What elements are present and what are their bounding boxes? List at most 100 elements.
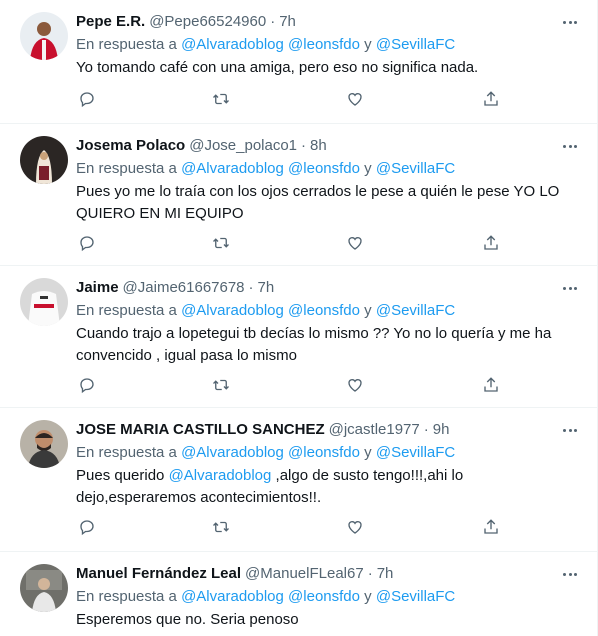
share-icon[interactable]: [482, 90, 502, 110]
tweet-text-segment: Pues querido: [76, 467, 169, 484]
mention-link[interactable]: @SevillaFC: [376, 302, 455, 319]
author-handle[interactable]: @Jose_polaco1: [189, 136, 297, 156]
retweet-icon[interactable]: [212, 376, 232, 396]
tweet-text-line: Esperemos que no. Seria penoso: [76, 611, 299, 628]
like-icon[interactable]: [346, 518, 366, 538]
tweet-text: Pues yo me lo traía con los ojos cerrado…: [76, 181, 581, 225]
share-icon[interactable]: [482, 518, 502, 538]
author-handle[interactable]: @Pepe66524960: [149, 12, 266, 32]
reply-prefix: En respuesta a: [76, 444, 177, 461]
tweet-actions: [76, 376, 506, 396]
author-name[interactable]: Manuel Fernández Leal: [76, 564, 241, 584]
reply-icon[interactable]: [78, 234, 98, 254]
separator: ·: [301, 137, 307, 154]
avatar[interactable]: [20, 420, 68, 468]
reply-joiner: y: [364, 160, 372, 177]
avatar[interactable]: [20, 12, 68, 60]
timestamp[interactable]: 7h: [279, 12, 296, 32]
tweet[interactable]: Pepe E.R. @Pepe66524960 · 7h En respuest…: [0, 0, 597, 124]
mention-link[interactable]: @SevillaFC: [376, 36, 455, 53]
separator: ·: [270, 13, 276, 30]
reply-context: En respuesta a @Alvaradoblog @leonsfdo y…: [76, 443, 581, 463]
more-icon[interactable]: [561, 565, 579, 583]
tweet-text-line: Pues querido @Alvaradoblog ,algo de sust…: [76, 465, 581, 487]
tweet-header: JOSE MARIA CASTILLO SANCHEZ @jcastle1977…: [76, 420, 581, 440]
mention-link[interactable]: @SevillaFC: [376, 588, 455, 605]
avatar[interactable]: [20, 278, 68, 326]
reply-context: En respuesta a @Alvaradoblog @leonsfdo y…: [76, 301, 581, 321]
mention-link[interactable]: @leonsfdo: [288, 444, 360, 461]
author-name[interactable]: Pepe E.R.: [76, 12, 145, 32]
retweet-icon[interactable]: [212, 90, 232, 110]
mention-link[interactable]: @leonsfdo: [288, 588, 360, 605]
mention-link[interactable]: @Alvaradoblog: [181, 160, 284, 177]
share-icon[interactable]: [482, 234, 502, 254]
more-icon[interactable]: [561, 279, 579, 297]
mention-link[interactable]: @SevillaFC: [376, 160, 455, 177]
more-icon[interactable]: [561, 137, 579, 155]
tweet-actions: [76, 518, 506, 538]
author-name[interactable]: Josema Polaco: [76, 136, 185, 156]
reply-context: En respuesta a @Alvaradoblog @leonsfdo y…: [76, 159, 581, 179]
more-icon[interactable]: [561, 421, 579, 439]
separator: ·: [423, 421, 429, 438]
tweet[interactable]: JOSE MARIA CASTILLO SANCHEZ @jcastle1977…: [0, 408, 597, 552]
timestamp[interactable]: 7h: [377, 564, 394, 584]
author-handle[interactable]: @ManuelFLeal67: [245, 564, 364, 584]
reply-icon[interactable]: [78, 518, 98, 538]
tweet-header: Pepe E.R. @Pepe66524960 · 7h: [76, 12, 581, 32]
tweet-text-line: Pues yo me lo traía con los ojos cerrado…: [76, 183, 560, 200]
reply-prefix: En respuesta a: [76, 302, 177, 319]
more-icon[interactable]: [561, 13, 579, 31]
mention-link[interactable]: @Alvaradoblog: [181, 444, 284, 461]
tweet-text-line: dejo,esperaremos acontecimientos!!.: [76, 489, 322, 506]
tweet-text-line: Cuando trajo a lopetegui tb decías lo mi…: [76, 325, 552, 342]
reply-prefix: En respuesta a: [76, 36, 177, 53]
tweet-header: Jaime @Jaime61667678 · 7h: [76, 278, 581, 298]
author-handle[interactable]: @jcastle1977: [329, 420, 420, 440]
avatar[interactable]: [20, 136, 68, 184]
like-icon[interactable]: [346, 234, 366, 254]
timestamp[interactable]: 7h: [258, 278, 275, 298]
tweet-text-segment: ,algo de susto tengo!!!,ahi lo: [271, 467, 464, 484]
mention-link[interactable]: @leonsfdo: [288, 36, 360, 53]
tweet-text: Yo tomando café con una amiga, pero eso …: [76, 57, 581, 79]
mention-link[interactable]: @leonsfdo: [288, 160, 360, 177]
author-name[interactable]: Jaime: [76, 278, 119, 298]
mention-link[interactable]: @Alvaradoblog: [181, 36, 284, 53]
retweet-icon[interactable]: [212, 518, 232, 538]
author-handle[interactable]: @Jaime61667678: [123, 278, 245, 298]
tweet-header: Josema Polaco @Jose_polaco1 · 8h: [76, 136, 581, 156]
reply-prefix: En respuesta a: [76, 160, 177, 177]
reply-joiner: y: [364, 302, 372, 319]
reply-icon[interactable]: [78, 90, 98, 110]
tweet[interactable]: Josema Polaco @Jose_polaco1 · 8h En resp…: [0, 124, 597, 266]
tweet[interactable]: Manuel Fernández Leal @ManuelFLeal67 · 7…: [0, 552, 597, 636]
reply-joiner: y: [364, 588, 372, 605]
author-name[interactable]: JOSE MARIA CASTILLO SANCHEZ: [76, 420, 325, 440]
retweet-icon[interactable]: [212, 234, 232, 254]
tweet-text-line: convencido , igual pasa lo mismo: [76, 347, 297, 364]
reply-context: En respuesta a @Alvaradoblog @leonsfdo y…: [76, 587, 581, 607]
mention-link[interactable]: @leonsfdo: [288, 302, 360, 319]
tweet-text: Esperemos que no. Seria penoso: [76, 609, 581, 631]
mention-link[interactable]: @Alvaradoblog: [181, 302, 284, 319]
tweet-actions: [76, 90, 506, 110]
tweet-text: Pues querido @Alvaradoblog ,algo de sust…: [76, 465, 581, 509]
reply-joiner: y: [364, 36, 372, 53]
mention-link[interactable]: @SevillaFC: [376, 444, 455, 461]
tweet-text: Cuando trajo a lopetegui tb decías lo mi…: [76, 323, 581, 367]
like-icon[interactable]: [346, 376, 366, 396]
tweet-text-line: QUIERO EN MI EQUIPO: [76, 205, 244, 222]
tweet-feed: Pepe E.R. @Pepe66524960 · 7h En respuest…: [0, 0, 598, 636]
mention-link[interactable]: @Alvaradoblog: [181, 588, 284, 605]
avatar[interactable]: [20, 564, 68, 612]
like-icon[interactable]: [346, 90, 366, 110]
timestamp[interactable]: 8h: [310, 136, 327, 156]
timestamp[interactable]: 9h: [433, 420, 450, 440]
mention-link[interactable]: @Alvaradoblog: [169, 467, 272, 484]
tweet[interactable]: Jaime @Jaime61667678 · 7h En respuesta a…: [0, 266, 597, 408]
share-icon[interactable]: [482, 376, 502, 396]
reply-context: En respuesta a @Alvaradoblog @leonsfdo y…: [76, 35, 581, 55]
reply-icon[interactable]: [78, 376, 98, 396]
